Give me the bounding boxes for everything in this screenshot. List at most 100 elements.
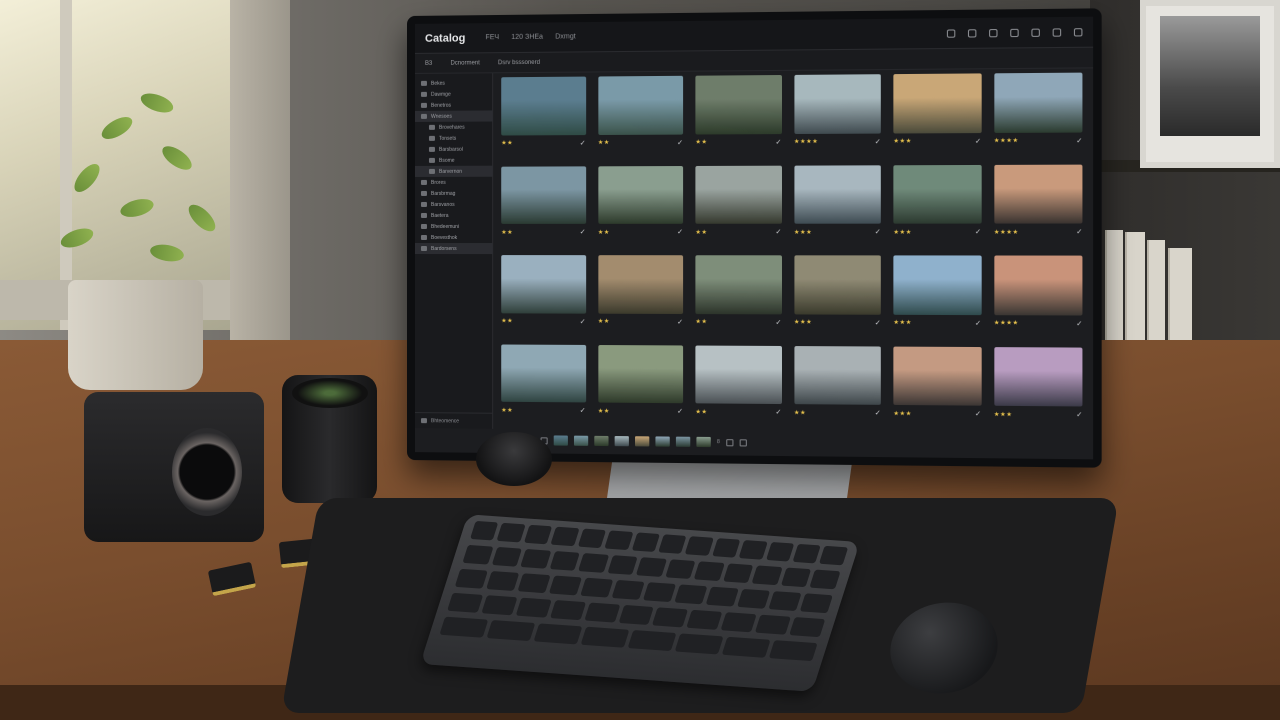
- check-icon[interactable]: ✓: [580, 228, 586, 236]
- expand-icon[interactable]: [1052, 27, 1062, 37]
- check-icon[interactable]: ✓: [775, 409, 781, 417]
- star-rating[interactable]: ★★: [598, 318, 610, 325]
- toolbar-item[interactable]: Dsrv bsssonerd: [498, 59, 540, 65]
- check-icon[interactable]: ✓: [1076, 137, 1082, 145]
- photo-thumbnail[interactable]: ★★★ ✓: [893, 164, 982, 247]
- star-rating[interactable]: ★★★: [893, 410, 911, 417]
- sidebar-item[interactable]: Barsbarsol: [415, 144, 492, 155]
- photo-thumbnail[interactable]: ★★★ ✓: [893, 73, 982, 156]
- photo-thumbnail[interactable]: ★★ ✓: [597, 165, 684, 248]
- filmstrip-thumbnail[interactable]: [635, 436, 650, 447]
- check-icon[interactable]: ✓: [875, 228, 881, 236]
- pen-icon[interactable]: [946, 28, 956, 38]
- check-icon[interactable]: ✓: [677, 139, 683, 147]
- check-icon[interactable]: ✓: [875, 319, 881, 327]
- check-icon[interactable]: ✓: [975, 137, 981, 145]
- photo-thumbnail[interactable]: ★★ ✓: [793, 345, 881, 429]
- photo-thumbnail[interactable]: ★★ ✓: [597, 255, 684, 337]
- sidebar-item[interactable]: Baetera: [415, 210, 492, 221]
- check-icon[interactable]: ✓: [1076, 228, 1082, 236]
- star-rating[interactable]: ★★★: [893, 138, 911, 145]
- star-rating[interactable]: ★★★★: [994, 229, 1019, 236]
- sidebar-item[interactable]: Wnesoes: [414, 110, 493, 122]
- compare-view-icon[interactable]: [739, 438, 747, 446]
- check-icon[interactable]: ✓: [580, 407, 586, 415]
- filmstrip-thumbnail[interactable]: [553, 435, 568, 446]
- filmstrip-thumbnail[interactable]: [594, 435, 609, 447]
- photo-thumbnail[interactable]: ★★★ ✓: [793, 164, 881, 247]
- check-icon[interactable]: ✓: [775, 228, 781, 236]
- star-rating[interactable]: ★★: [695, 408, 707, 415]
- photo-thumbnail[interactable]: ★★★★ ✓: [993, 72, 1083, 157]
- star-rating[interactable]: ★★★: [794, 319, 812, 326]
- check-icon[interactable]: ✓: [875, 138, 881, 146]
- check-icon[interactable]: ✓: [875, 409, 881, 417]
- sidebar-item[interactable]: Barsbrmag: [415, 188, 492, 199]
- photo-thumbnail[interactable]: ★★ ✓: [695, 75, 782, 157]
- star-rating[interactable]: ★★: [598, 139, 610, 146]
- square-icon[interactable]: [967, 28, 977, 38]
- check-icon[interactable]: ✓: [580, 318, 586, 326]
- star-rating[interactable]: ★★★: [893, 229, 911, 236]
- photo-thumbnail[interactable]: ★★ ✓: [597, 344, 684, 427]
- star-rating[interactable]: ★★: [794, 409, 806, 416]
- check-icon[interactable]: ✓: [975, 228, 981, 236]
- star-rating[interactable]: ★★★: [994, 411, 1013, 418]
- star-rating[interactable]: ★★: [695, 139, 707, 146]
- panel-icon[interactable]: [989, 28, 998, 37]
- photo-thumbnail[interactable]: ★★ ✓: [501, 76, 586, 159]
- check-icon[interactable]: ✓: [677, 318, 683, 326]
- photo-thumbnail[interactable]: ★★ ✓: [501, 255, 586, 336]
- check-icon[interactable]: ✓: [580, 139, 586, 147]
- sidebar-item[interactable]: Bhedeemuni: [415, 221, 492, 232]
- window-icon[interactable]: [1010, 28, 1019, 37]
- sidebar-item[interactable]: Tonsets: [415, 133, 492, 144]
- star-rating[interactable]: ★★★★: [794, 138, 818, 145]
- sidebar-item[interactable]: Barsvanos: [415, 199, 492, 210]
- check-icon[interactable]: ✓: [775, 138, 781, 146]
- photo-thumbnail[interactable]: ★★ ✓: [501, 343, 586, 426]
- photo-thumbnail[interactable]: ★★★★ ✓: [993, 255, 1083, 338]
- photo-thumbnail[interactable]: ★★★ ✓: [793, 255, 881, 337]
- filmstrip-thumbnail[interactable]: [655, 436, 670, 447]
- check-icon[interactable]: ✓: [677, 228, 683, 236]
- star-rating[interactable]: ★★★: [794, 229, 812, 236]
- close-icon[interactable]: [1073, 27, 1083, 36]
- photo-thumbnail[interactable]: ★★★★ ✓: [993, 164, 1083, 247]
- photo-thumbnail[interactable]: ★★★★ ✓: [793, 74, 881, 157]
- photo-thumbnail[interactable]: ★★★ ✓: [993, 346, 1083, 431]
- star-rating[interactable]: ★★: [501, 407, 513, 414]
- check-icon[interactable]: ✓: [975, 319, 981, 327]
- menu-item[interactable]: 120 ЗНЕа: [511, 34, 543, 41]
- star-rating[interactable]: ★★: [598, 229, 610, 236]
- sidebar-item[interactable]: Brores: [415, 177, 492, 188]
- toolbar-item[interactable]: ВЗ: [425, 60, 432, 66]
- check-icon[interactable]: ✓: [975, 410, 981, 418]
- check-icon[interactable]: ✓: [1076, 411, 1082, 419]
- photo-thumbnail[interactable]: ★★ ✓: [695, 165, 782, 247]
- photo-thumbnail[interactable]: ★★ ✓: [501, 165, 586, 247]
- menu-item[interactable]: Dxmgt: [555, 33, 576, 40]
- star-rating[interactable]: ★★: [501, 140, 513, 147]
- star-rating[interactable]: ★★: [501, 229, 513, 236]
- sidebar-item[interactable]: Benetros: [415, 99, 492, 111]
- photo-thumbnail[interactable]: ★★ ✓: [695, 345, 782, 427]
- sidebar-item[interactable]: Barvernon: [414, 165, 493, 177]
- photo-thumbnail[interactable]: ★★★ ✓: [893, 346, 982, 429]
- menu-item[interactable]: FЕЧ: [485, 34, 499, 41]
- check-icon[interactable]: ✓: [775, 318, 781, 326]
- sidebar-footer[interactable]: Bhteomence: [414, 412, 494, 429]
- sidebar-item[interactable]: Bardorsens: [414, 243, 493, 255]
- star-rating[interactable]: ★★: [695, 229, 707, 236]
- star-rating[interactable]: ★★: [501, 318, 513, 325]
- filmstrip-thumbnail[interactable]: [614, 436, 629, 447]
- photo-thumbnail[interactable]: ★★★ ✓: [893, 255, 982, 338]
- star-rating[interactable]: ★★: [695, 319, 707, 326]
- filmstrip-thumbnail[interactable]: [696, 436, 711, 448]
- sidebar-item[interactable]: Dawmge: [415, 88, 492, 100]
- minimize-icon[interactable]: [1031, 28, 1040, 37]
- check-icon[interactable]: ✓: [1076, 320, 1082, 328]
- star-rating[interactable]: ★★★★: [994, 320, 1019, 327]
- star-rating[interactable]: ★★★★: [994, 137, 1019, 145]
- sidebar-item[interactable]: Bsome: [415, 155, 492, 166]
